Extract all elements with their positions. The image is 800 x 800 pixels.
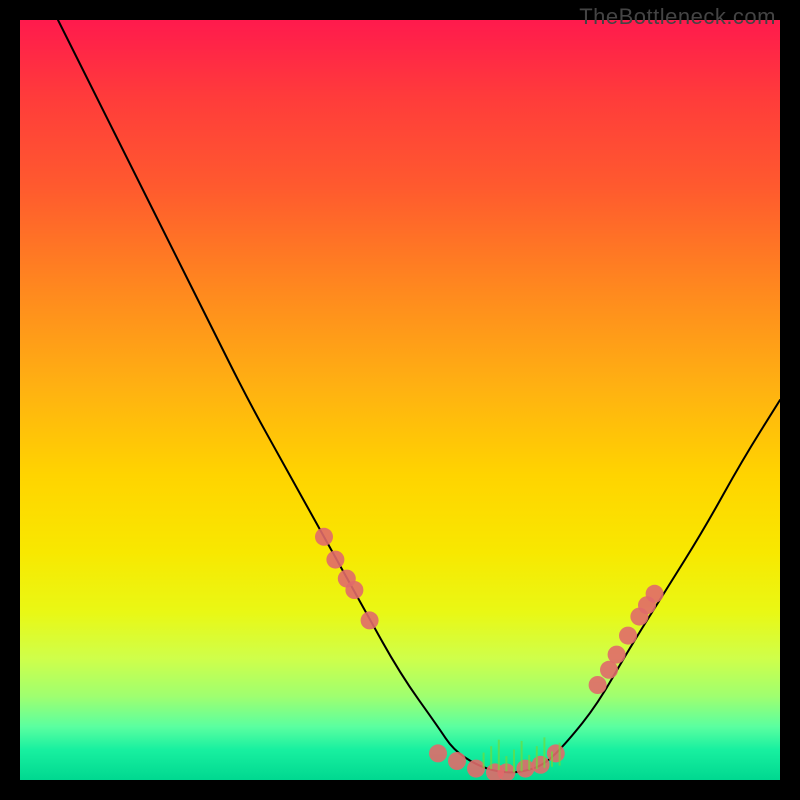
marker-dot [608, 646, 626, 664]
bottleneck-curve-line [58, 20, 780, 772]
noise-tick [543, 737, 545, 767]
curve-markers-group [315, 528, 664, 780]
marker-dot [532, 756, 550, 774]
plot-gradient-area [20, 20, 780, 780]
marker-dot [361, 611, 379, 629]
marker-dot [547, 744, 565, 762]
marker-dot [516, 760, 534, 778]
marker-dot [619, 627, 637, 645]
marker-dot [646, 585, 664, 603]
marker-dot [429, 744, 447, 762]
noise-tick [559, 743, 561, 766]
chart-svg [20, 20, 780, 780]
noise-tick [498, 740, 500, 770]
marker-dot [467, 760, 485, 778]
marker-dot [326, 551, 344, 569]
noise-tick [490, 746, 492, 769]
noise-tick [551, 752, 553, 767]
marker-dot [448, 752, 466, 770]
noise-tick [536, 746, 538, 769]
marker-dot [589, 676, 607, 694]
noise-tick [513, 750, 515, 773]
watermark-text: TheBottleneck.com [579, 4, 776, 30]
noise-tick [505, 756, 507, 771]
marker-dot [315, 528, 333, 546]
noise-tick [483, 753, 485, 768]
noise-tick [528, 755, 530, 770]
chart-frame [20, 20, 780, 780]
marker-dot [345, 581, 363, 599]
noise-tick [521, 741, 523, 771]
